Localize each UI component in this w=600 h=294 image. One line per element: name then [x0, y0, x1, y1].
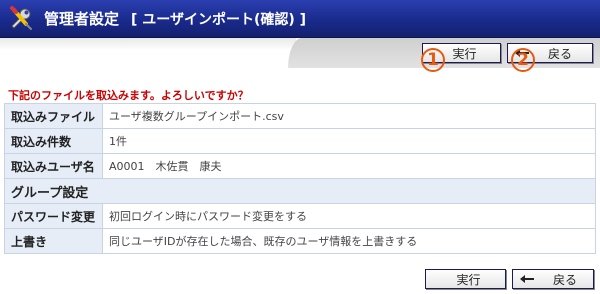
page-subtitle: [ ユーザインポート(確認) ] [131, 11, 307, 28]
row-value: 同じユーザIDが存在した場合、既存のユーザ情報を上書きする [102, 228, 596, 254]
row-label: 取込みファイル [4, 103, 103, 129]
tools-icon [4, 2, 38, 36]
confirmation-message: 下記のファイルを取込みます。よろしいですか？ [8, 89, 249, 102]
row-value: 1件 [102, 128, 596, 154]
row-label: 取込みユーザ名 [4, 153, 103, 179]
table-row: 取込み件数 1件 [4, 128, 596, 154]
row-value: 初回ログイン時にパスワード変更をする [102, 203, 596, 229]
callout-badge-1: 1 [421, 48, 445, 72]
row-label: 取込み件数 [4, 128, 103, 154]
title-bar: 管理者設定 [ ユーザインポート(確認) ] [0, 0, 600, 38]
table-row: 上書き 同じユーザIDが存在した場合、既存のユーザ情報を上書きする [4, 228, 596, 254]
page-title: 管理者設定 [44, 10, 120, 28]
execute-button-bottom[interactable]: 実行 [425, 269, 506, 289]
import-summary-table: 取込みファイル ユーザ複数グループインポート.csv 取込み件数 1件 取込みユ… [4, 103, 596, 254]
callout-badge-2: 2 [511, 48, 535, 72]
table-row: 取込みユーザ名 A0001 木佐貫 康夫 [4, 153, 596, 179]
row-label: パスワード変更 [4, 203, 103, 229]
row-value: A0001 木佐貫 康夫 [102, 153, 596, 179]
row-value: ユーザ複数グループインポート.csv [102, 103, 596, 129]
section-header: グループ設定 [4, 178, 596, 204]
back-arrow-icon [519, 274, 535, 284]
section-title: グループ設定 [4, 178, 596, 204]
table-row: パスワード変更 初回ログイン時にパスワード変更をする [4, 203, 596, 229]
back-button-bottom[interactable]: 戻る [512, 269, 594, 289]
row-label: 上書き [4, 228, 103, 254]
table-row: 取込みファイル ユーザ複数グループインポート.csv [4, 103, 596, 129]
